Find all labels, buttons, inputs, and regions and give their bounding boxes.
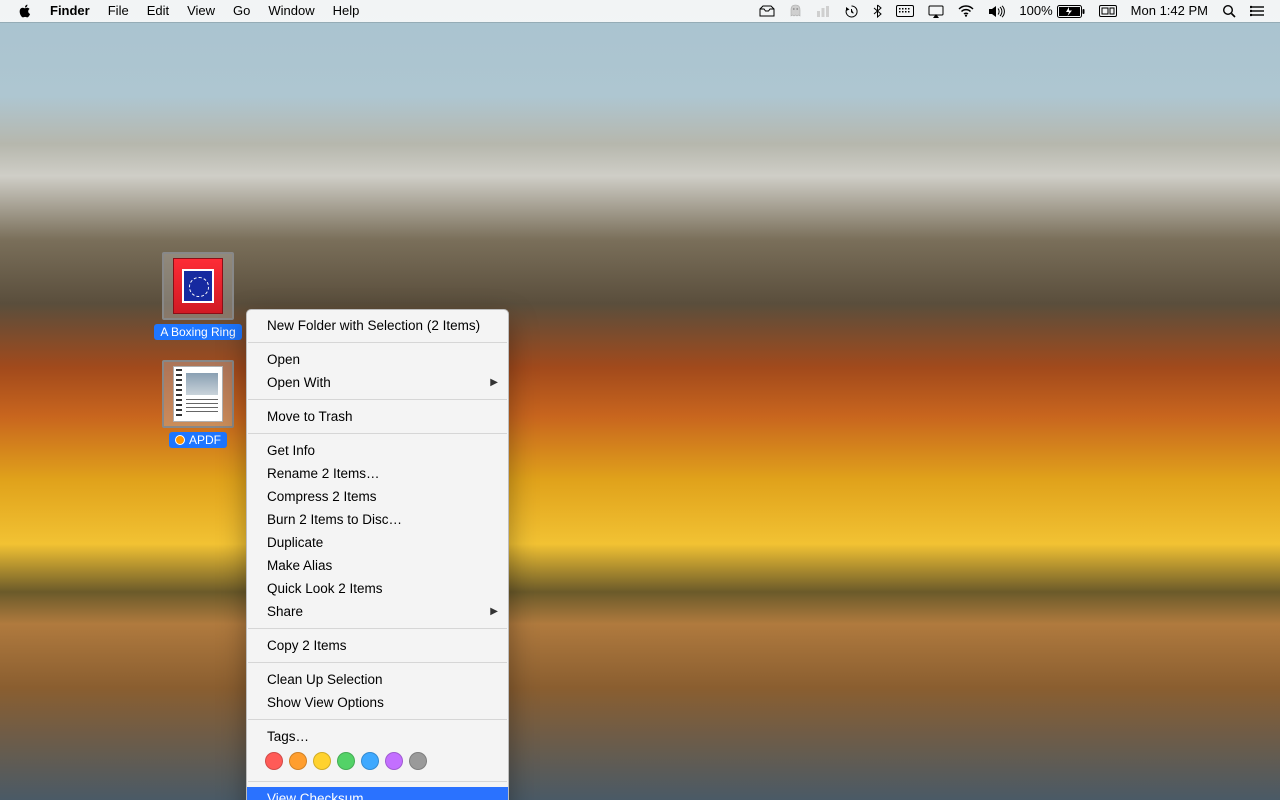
tag-color-dot[interactable] [265, 752, 283, 770]
tag-color-dot[interactable] [409, 752, 427, 770]
menu-separator [248, 433, 507, 434]
menu-bar: Finder File Edit View Go Window Help 100… [0, 0, 1280, 22]
document-thumbnail [173, 366, 223, 422]
clock-text[interactable]: Mon 1:42 PM [1124, 0, 1215, 22]
menu-open[interactable]: Open [247, 348, 508, 371]
app-name[interactable]: Finder [41, 0, 99, 22]
desktop-icon-boxing-ring[interactable]: A Boxing Ring [158, 252, 238, 340]
menu-separator [248, 781, 507, 782]
tag-color-dot[interactable] [361, 752, 379, 770]
battery-percent[interactable]: 100% [1012, 0, 1091, 22]
menu-burn[interactable]: Burn 2 Items to Disc… [247, 508, 508, 531]
menu-show-view-options[interactable]: Show View Options [247, 691, 508, 714]
volume-icon[interactable] [981, 5, 1012, 18]
menu-share[interactable]: Share [247, 600, 508, 623]
wifi-icon[interactable] [951, 5, 981, 17]
bluetooth-icon[interactable] [866, 4, 889, 18]
textinput-icon[interactable] [1092, 5, 1124, 17]
battery-percent-text: 100% [1019, 0, 1052, 22]
finder-context-menu: New Folder with Selection (2 Items) Open… [246, 309, 509, 800]
menu-file[interactable]: File [99, 0, 138, 22]
ghost-icon[interactable] [782, 4, 809, 18]
desktop-icon-apdf[interactable]: APDF [158, 360, 238, 448]
menu-tags-row [247, 748, 508, 776]
desktop-icon-label: A Boxing Ring [154, 324, 241, 340]
timemachine-icon[interactable] [837, 4, 866, 19]
menu-go[interactable]: Go [224, 0, 259, 22]
menu-separator [248, 399, 507, 400]
menu-view-checksum[interactable]: View Checksum [247, 787, 508, 800]
boxing-ring-thumbnail [173, 258, 223, 314]
menu-bar-right: 100% Mon 1:42 PM [752, 0, 1272, 22]
desktop-icon-label-text: APDF [189, 433, 221, 447]
menu-separator [248, 342, 507, 343]
keyboard-input-icon[interactable] [889, 5, 921, 17]
desktop-icon-thumbnail [162, 252, 234, 320]
menu-help[interactable]: Help [324, 0, 369, 22]
menu-make-alias[interactable]: Make Alias [247, 554, 508, 577]
menu-get-info[interactable]: Get Info [247, 439, 508, 462]
spotlight-icon[interactable] [1215, 4, 1243, 18]
notification-center-icon[interactable] [1243, 5, 1272, 17]
bars-icon[interactable] [809, 5, 837, 18]
apple-menu[interactable] [10, 4, 41, 18]
menu-separator [248, 719, 507, 720]
tag-color-dot[interactable] [337, 752, 355, 770]
menu-separator [248, 662, 507, 663]
menu-open-with[interactable]: Open With [247, 371, 508, 394]
menu-copy[interactable]: Copy 2 Items [247, 634, 508, 657]
menu-tags[interactable]: Tags… [247, 725, 508, 748]
menu-edit[interactable]: Edit [138, 0, 178, 22]
menu-window[interactable]: Window [259, 0, 323, 22]
menu-view[interactable]: View [178, 0, 224, 22]
menu-quick-look[interactable]: Quick Look 2 Items [247, 577, 508, 600]
menu-clean-up-selection[interactable]: Clean Up Selection [247, 668, 508, 691]
inbox-icon[interactable] [752, 5, 782, 17]
tag-color-dot[interactable] [289, 752, 307, 770]
menu-move-to-trash[interactable]: Move to Trash [247, 405, 508, 428]
desktop-icon-thumbnail [162, 360, 234, 428]
menu-bar-left: Finder File Edit View Go Window Help [10, 0, 368, 22]
menu-new-folder-with-selection[interactable]: New Folder with Selection (2 Items) [247, 314, 508, 337]
menu-duplicate[interactable]: Duplicate [247, 531, 508, 554]
airplay-icon[interactable] [921, 5, 951, 18]
menu-separator [248, 628, 507, 629]
apple-icon [19, 4, 32, 18]
tag-dot-icon [175, 435, 185, 445]
battery-icon [1057, 5, 1085, 18]
desktop-icon-label: APDF [169, 432, 227, 448]
tag-color-dot[interactable] [313, 752, 331, 770]
menu-compress[interactable]: Compress 2 Items [247, 485, 508, 508]
menu-rename[interactable]: Rename 2 Items… [247, 462, 508, 485]
tag-color-dot[interactable] [385, 752, 403, 770]
